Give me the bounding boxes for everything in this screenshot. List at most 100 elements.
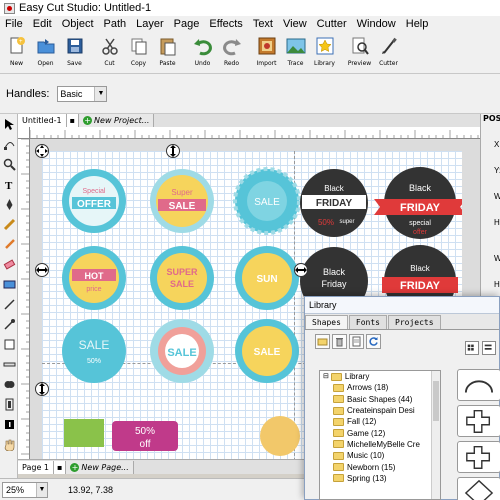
preview-button[interactable]: Preview bbox=[345, 32, 374, 72]
refresh-button[interactable] bbox=[366, 333, 381, 349]
tree-item[interactable]: Game (12) bbox=[320, 427, 440, 438]
tree-item[interactable]: Createinspain Desi bbox=[320, 405, 440, 416]
menu-edit[interactable]: Edit bbox=[28, 18, 57, 30]
grid-view-button[interactable] bbox=[465, 341, 479, 355]
menu-help[interactable]: Help bbox=[401, 18, 434, 30]
new-button[interactable]: + New bbox=[2, 32, 31, 72]
tab-untitled-1[interactable]: Untitled-1 bbox=[18, 114, 67, 127]
shape-thumb-diamond[interactable] bbox=[457, 477, 500, 500]
cutter-button[interactable]: Cutter bbox=[374, 32, 403, 72]
zoom-select[interactable]: 25% ▼ bbox=[2, 481, 48, 498]
new-project-tab[interactable]: + New Project... bbox=[79, 114, 155, 127]
list-view-button[interactable] bbox=[482, 341, 496, 355]
pen-tool[interactable] bbox=[0, 194, 18, 214]
zoom-tool[interactable] bbox=[0, 154, 18, 174]
library-tree[interactable]: ⊟ Library Arrows (18) Basic Shapes (44) C… bbox=[319, 370, 441, 500]
shape-thumb-cross-2[interactable] bbox=[457, 441, 500, 473]
crop-tool[interactable] bbox=[0, 394, 18, 414]
badge-black-friday-2[interactable]: Black FRIDAY special offer bbox=[374, 167, 462, 239]
tree-item[interactable]: ⊟ Library bbox=[320, 371, 440, 382]
menu-file[interactable]: File bbox=[0, 18, 28, 30]
badge-super-sale-2[interactable]: SUPER SALE bbox=[150, 246, 214, 310]
tree-item[interactable]: MichelleMyBelle Cre bbox=[320, 439, 440, 450]
eyedropper-tool[interactable] bbox=[0, 314, 18, 334]
badge-super-sale[interactable]: Super SALE bbox=[150, 169, 214, 233]
menu-cutter[interactable]: Cutter bbox=[312, 18, 352, 30]
import-button[interactable]: Import bbox=[252, 32, 281, 72]
save-button[interactable]: Save bbox=[60, 32, 89, 72]
rectangle-tool[interactable] bbox=[0, 274, 18, 294]
text-tool[interactable]: T bbox=[0, 174, 18, 194]
close-tab-button[interactable]: ▪ bbox=[66, 114, 80, 127]
svg-text:SUPER: SUPER bbox=[166, 267, 198, 277]
pencil-tool[interactable] bbox=[0, 214, 18, 234]
node-tool[interactable] bbox=[0, 134, 18, 154]
brush-tool[interactable] bbox=[0, 234, 18, 254]
mirror-tool[interactable] bbox=[0, 414, 18, 434]
badge-sale-pink[interactable]: SALE bbox=[150, 319, 214, 383]
handles-select[interactable]: Basic ▼ bbox=[57, 85, 108, 102]
delete-button[interactable] bbox=[332, 333, 347, 349]
badge-hot-price[interactable]: HOT price bbox=[62, 246, 126, 310]
menu-text[interactable]: Text bbox=[248, 18, 278, 30]
tree-scrollbar[interactable] bbox=[431, 371, 440, 499]
tree-scroll-thumb[interactable] bbox=[433, 381, 439, 421]
import-shape-button[interactable] bbox=[349, 333, 364, 349]
tree-item[interactable]: Arrows (18) bbox=[320, 382, 440, 393]
menu-page[interactable]: Page bbox=[169, 18, 205, 30]
trace-button[interactable]: Trace bbox=[281, 32, 310, 72]
copy-button[interactable]: Copy bbox=[124, 32, 153, 72]
pan-tool[interactable] bbox=[0, 434, 18, 454]
tree-item[interactable]: Basic Shapes (44) bbox=[320, 394, 440, 405]
y-label: Y: bbox=[494, 166, 500, 175]
add-folder-button[interactable] bbox=[315, 333, 330, 349]
new-page-tab[interactable]: + New Page... bbox=[66, 460, 134, 474]
badge-sun-sale[interactable]: SUN bbox=[235, 246, 299, 310]
tab-projects[interactable]: Projects bbox=[388, 315, 441, 329]
tree-item[interactable]: Music (10) bbox=[320, 450, 440, 461]
knife-tool[interactable] bbox=[0, 294, 18, 314]
library-tabs: Shapes Fonts Projects bbox=[305, 314, 499, 330]
paste-button[interactable]: Paste bbox=[153, 32, 182, 72]
menu-layer[interactable]: Layer bbox=[131, 18, 169, 30]
weld-tool[interactable] bbox=[0, 374, 18, 394]
resize-handle-middle[interactable] bbox=[35, 263, 49, 277]
plus-icon: + bbox=[70, 462, 80, 472]
menu-effects[interactable]: Effects bbox=[204, 18, 247, 30]
badge-black-friday-1[interactable]: Black FRIDAY 50% super bbox=[300, 169, 368, 237]
cut-button[interactable]: Cut bbox=[95, 32, 124, 72]
badge-sale-yellow[interactable]: SALE bbox=[235, 319, 299, 383]
undo-button[interactable]: Undo bbox=[188, 32, 217, 72]
fill-tool[interactable] bbox=[0, 334, 18, 354]
plus-icon: + bbox=[83, 116, 93, 125]
tree-item[interactable]: Fall (12) bbox=[320, 416, 440, 427]
menu-window[interactable]: Window bbox=[352, 18, 401, 30]
library-button[interactable]: Library bbox=[310, 32, 339, 72]
measure-tool[interactable] bbox=[0, 354, 18, 374]
menu-path[interactable]: Path bbox=[99, 18, 132, 30]
tab-page-1[interactable]: Page 1 bbox=[18, 460, 54, 474]
tab-shapes[interactable]: Shapes bbox=[305, 315, 348, 329]
library-window[interactable]: Library Shapes Fonts Projects ⊟ Library A… bbox=[304, 296, 500, 500]
rotate-handle-top-left[interactable] bbox=[35, 144, 49, 158]
tree-item[interactable]: Newborn (15) bbox=[320, 461, 440, 472]
eraser-tool[interactable] bbox=[0, 254, 18, 274]
menu-object[interactable]: Object bbox=[57, 18, 99, 30]
close-page-button[interactable]: ▪ bbox=[54, 460, 67, 474]
redo-button[interactable]: Redo bbox=[217, 32, 246, 72]
shape-thumb-arch[interactable] bbox=[457, 369, 500, 401]
library-title: Library bbox=[305, 297, 499, 314]
menu-view[interactable]: View bbox=[278, 18, 312, 30]
resize-handle-right[interactable] bbox=[294, 263, 308, 277]
badge-50-off[interactable]: 50% off bbox=[64, 419, 178, 451]
badge-sale-50[interactable]: SALE 50% bbox=[62, 319, 126, 383]
badge-sale-star[interactable]: SALE bbox=[233, 167, 301, 235]
resize-handle-left[interactable] bbox=[35, 382, 49, 396]
select-tool[interactable] bbox=[0, 114, 18, 134]
open-button[interactable]: Open bbox=[31, 32, 60, 72]
badge-special-offer[interactable]: Special OFFER bbox=[62, 169, 126, 233]
tree-item[interactable]: Spring (13) bbox=[320, 473, 440, 484]
tab-fonts[interactable]: Fonts bbox=[348, 315, 387, 329]
resize-handle-top[interactable] bbox=[166, 144, 180, 158]
shape-thumb-cross[interactable] bbox=[457, 405, 500, 437]
